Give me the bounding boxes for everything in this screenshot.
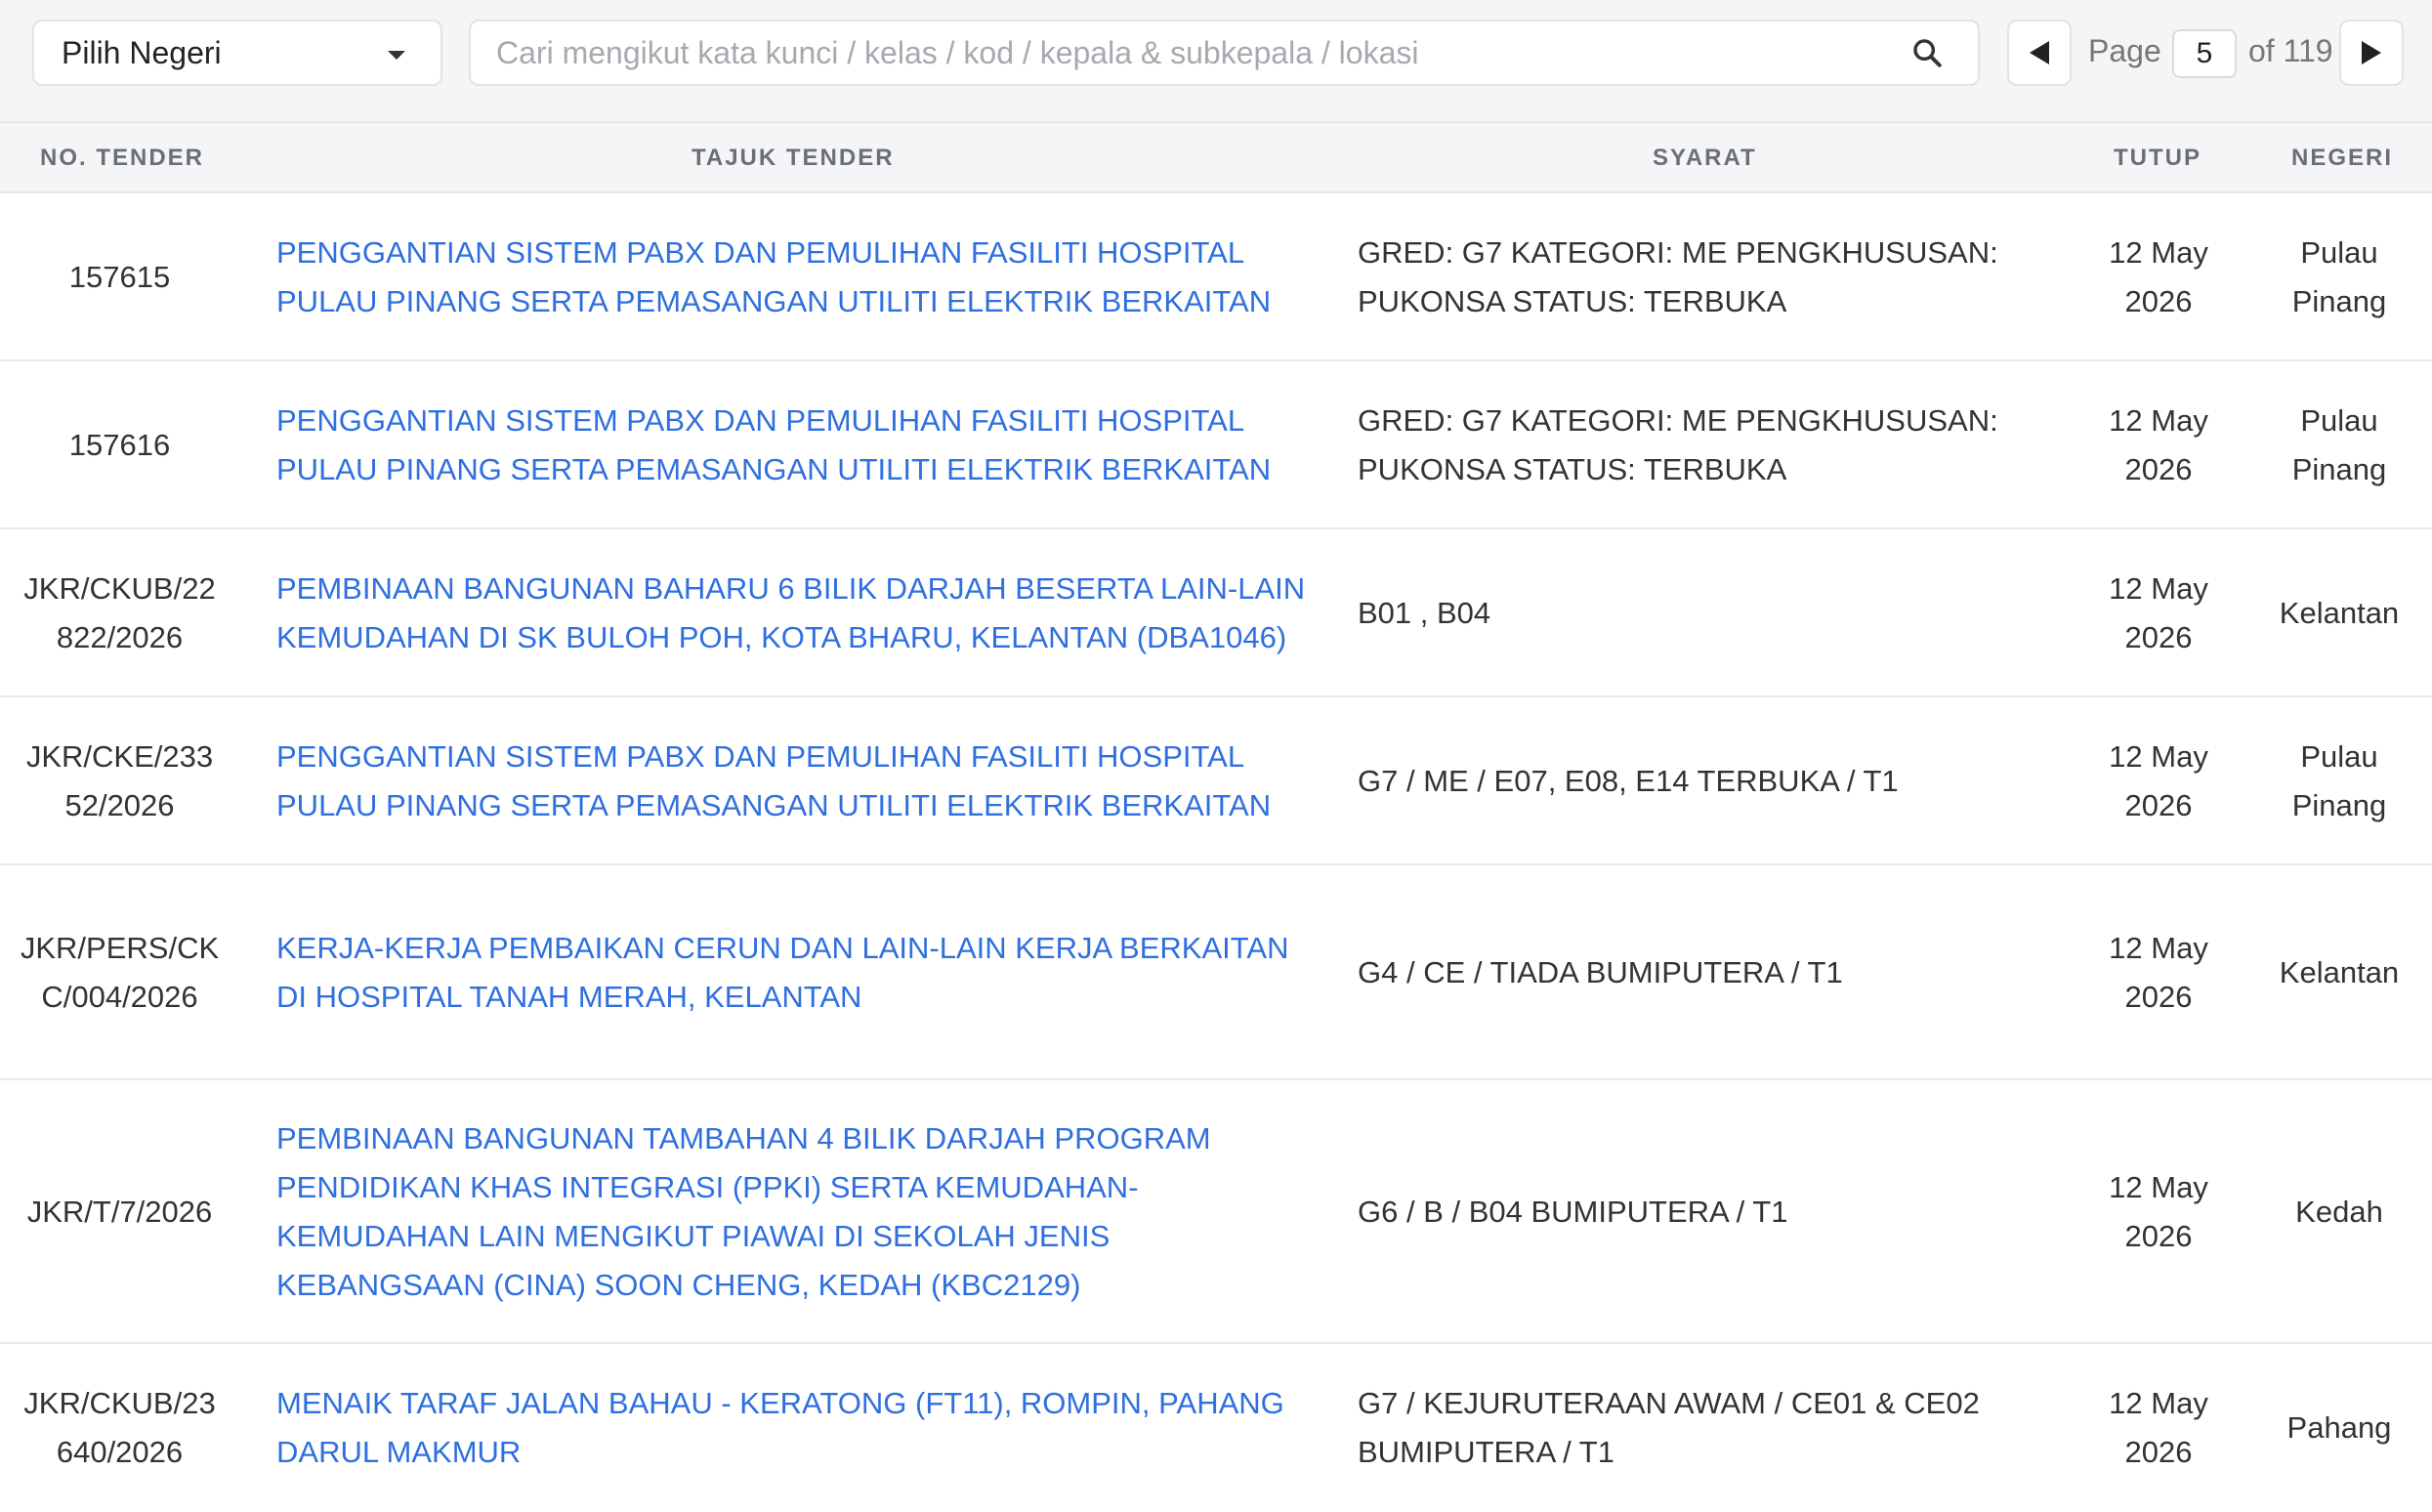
table-row: JKR/CKE/23352/2026 PENGGANTIAN SISTEM PA…: [0, 697, 2432, 865]
table-row: JKR/PERS/CKC/004/2026 KERJA-KERJA PEMBAI…: [0, 865, 2432, 1080]
tender-number: JKR/CKUB/23640/2026: [23, 1386, 216, 1469]
prev-page-button[interactable]: [2007, 20, 2072, 86]
page-number-input[interactable]: [2172, 29, 2237, 78]
tender-number: JKR/CKE/23352/2026: [25, 739, 214, 822]
tender-tutup: 12 May 2026: [2109, 1170, 2208, 1253]
triangle-left-icon: [2030, 41, 2049, 64]
tender-number: JKR/T/7/2026: [26, 1195, 213, 1229]
tender-tutup: 12 May 2026: [2109, 571, 2208, 654]
tender-number: JKR/CKUB/22822/2026: [23, 571, 216, 654]
tender-number: 157615: [68, 260, 171, 294]
tender-title-link[interactable]: PEMBINAAN BANGUNAN TAMBAHAN 4 BILIK DARJ…: [276, 1114, 1321, 1310]
tender-syarat: G4 / CE / TIADA BUMIPUTERA / T1: [1358, 955, 1843, 989]
tender-tutup: 12 May 2026: [2109, 403, 2208, 486]
tender-tutup: 12 May 2026: [2109, 1386, 2208, 1469]
tender-negeri: Kedah: [2295, 1195, 2383, 1229]
tender-title-link[interactable]: KERJA-KERJA PEMBAIKAN CERUN DAN LAIN-LAI…: [276, 924, 1321, 1022]
table-row: JKR/CKUB/22822/2026 PEMBINAAN BANGUNAN B…: [0, 529, 2432, 697]
table-row: JKR/T/7/2026 PEMBINAAN BANGUNAN TAMBAHAN…: [0, 1080, 2432, 1344]
table-row: 157616 PENGGANTIAN SISTEM PABX DAN PEMUL…: [0, 361, 2432, 529]
tender-negeri: Kelantan: [2279, 955, 2400, 989]
page-total: of 119: [2248, 33, 2333, 68]
filter-toolbar: Pilih Negeri Page of 119: [0, 0, 2432, 123]
tender-tutup: 12 May 2026: [2109, 931, 2208, 1014]
tender-title-link[interactable]: PENGGANTIAN SISTEM PABX DAN PEMULIHAN FA…: [276, 397, 1321, 494]
next-page-button[interactable]: [2339, 20, 2404, 86]
tender-title-link[interactable]: PENGGANTIAN SISTEM PABX DAN PEMULIHAN FA…: [276, 229, 1321, 326]
triangle-right-icon: [2362, 41, 2381, 64]
tender-syarat: G6 / B / B04 BUMIPUTERA / T1: [1358, 1195, 1788, 1229]
tender-negeri: Pulau Pinang: [2291, 739, 2387, 822]
state-select[interactable]: Pilih Negeri: [32, 20, 442, 86]
header-tajuk-tender: TAJUK TENDER: [692, 145, 895, 171]
chevron-down-icon: [388, 51, 405, 60]
tender-title-link[interactable]: PEMBINAAN BANGUNAN BAHARU 6 BILIK DARJAH…: [276, 565, 1321, 662]
table-header: NO. TENDER TAJUK TENDER SYARAT TUTUP NEG…: [0, 123, 2432, 193]
tender-syarat: B01 , B04: [1358, 596, 1491, 630]
tender-negeri: Pahang: [2286, 1410, 2392, 1445]
tender-syarat: GRED: G7 KATEGORI: ME PENGKHUSUSAN: PUKO…: [1358, 403, 1998, 486]
page-label: Page: [2088, 33, 2161, 68]
tender-number: JKR/PERS/CKC/004/2026: [20, 931, 220, 1014]
tender-negeri: Kelantan: [2279, 596, 2400, 630]
search-icon[interactable]: [1898, 23, 1956, 82]
tender-title-link[interactable]: PENGGANTIAN SISTEM PABX DAN PEMULIHAN FA…: [276, 733, 1321, 830]
tender-negeri: Pulau Pinang: [2291, 235, 2387, 318]
tender-syarat: GRED: G7 KATEGORI: ME PENGKHUSUSAN: PUKO…: [1358, 235, 1998, 318]
tender-syarat: G7 / ME / E07, E08, E14 TERBUKA / T1: [1358, 764, 1899, 798]
header-syarat: SYARAT: [1653, 145, 1757, 171]
state-select-label: Pilih Negeri: [62, 34, 222, 70]
tender-syarat: G7 / KEJURUTERAAN AWAM / CE01 & CE02 BUM…: [1358, 1386, 1980, 1469]
tender-title-link[interactable]: MENAIK TARAF JALAN BAHAU - KERATONG (FT1…: [276, 1379, 1321, 1477]
search-input[interactable]: [471, 23, 1898, 82]
header-no-tender: NO. TENDER: [40, 145, 205, 171]
header-tutup: TUTUP: [2114, 145, 2201, 171]
tender-number: 157616: [68, 428, 171, 462]
search-box: [469, 20, 1980, 86]
table-row: 157615 PENGGANTIAN SISTEM PABX DAN PEMUL…: [0, 193, 2432, 361]
header-negeri: NEGERI: [2291, 145, 2394, 171]
tender-tutup: 12 May 2026: [2109, 235, 2208, 318]
tender-tutup: 12 May 2026: [2109, 739, 2208, 822]
table-row: JKR/CKUB/23640/2026 MENAIK TARAF JALAN B…: [0, 1344, 2432, 1495]
tender-negeri: Pulau Pinang: [2291, 403, 2387, 486]
